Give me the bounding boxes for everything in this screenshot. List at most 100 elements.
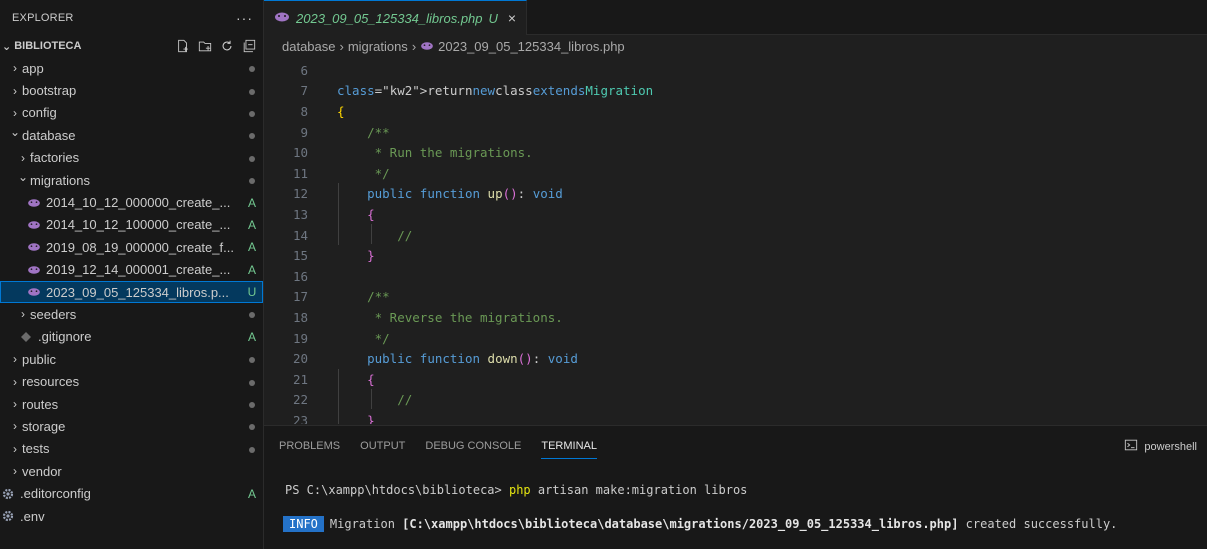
git-status-slot — [241, 106, 263, 120]
folder-item[interactable]: › storage — [0, 415, 263, 437]
line-text: // — [337, 227, 413, 243]
git-status-slot: U — [241, 285, 263, 299]
file-item[interactable]: .gitignore A — [0, 326, 263, 348]
project-name: BIBLIOTECA — [14, 40, 82, 52]
terminal-shell-selector[interactable]: powershell — [1124, 438, 1197, 455]
file-item[interactable]: .editorconfig A — [0, 482, 263, 504]
line-text: public function down(): void — [367, 351, 578, 367]
folder-item[interactable]: › seeders — [0, 303, 263, 325]
more-actions-icon[interactable]: ··· — [236, 10, 253, 26]
php-elephant-icon — [26, 196, 42, 210]
git-status-slot — [241, 442, 263, 456]
line-number: 6 — [300, 62, 308, 78]
tree-item-label: 2019_12_14_000001_create_... — [46, 262, 231, 278]
refresh-icon[interactable] — [219, 38, 235, 54]
collapse-all-icon[interactable] — [241, 38, 257, 54]
chevron-right-icon: › — [13, 374, 17, 389]
project-header[interactable]: ⌄ BIBLIOTECA — [0, 35, 263, 57]
line-number: 20 — [292, 351, 308, 367]
line-text: * Run the migrations. — [337, 145, 533, 161]
code-line: 8{ — [264, 101, 1207, 122]
tab-problems[interactable]: PROBLEMS — [279, 440, 340, 459]
modified-dot-icon — [249, 66, 255, 73]
settings-file-icon — [0, 509, 16, 523]
file-item[interactable]: 2014_10_12_100000_create_... A — [0, 214, 263, 236]
tab-active-file[interactable]: 2023_09_05_125334_libros.php U × — [264, 0, 528, 35]
close-icon[interactable]: × — [508, 10, 516, 26]
line-text: // — [337, 392, 413, 408]
chevron-right-icon: › — [21, 150, 25, 165]
code-editor[interactable]: 6 7 class="kw2">return new class extends M… — [264, 60, 1207, 424]
line-text: /** — [337, 124, 390, 140]
file-item[interactable]: 2014_10_12_000000_create_... A — [0, 191, 263, 213]
tree-item-label: .env — [20, 508, 45, 524]
git-status-slot — [241, 84, 263, 98]
new-file-icon[interactable] — [175, 38, 191, 54]
folder-item[interactable]: › config — [0, 102, 263, 124]
folder-item[interactable]: › public — [0, 348, 263, 370]
tree-item-label: config — [22, 105, 57, 121]
terminal-cmd: php — [508, 483, 531, 497]
php-elephant-icon — [26, 285, 42, 299]
git-status: A — [247, 240, 256, 255]
explorer-sidebar: EXPLORER ··· ⌄ BIBLIOTECA › app › bootstrap… — [0, 0, 264, 549]
tree-item-label: routes — [22, 396, 59, 412]
terminal-message: Migration [C:\xampp\htdocs\biblioteca\da… — [330, 517, 1118, 531]
tab-terminal[interactable]: TERMINAL — [541, 440, 597, 459]
code-line: 12 public function up(): void — [264, 184, 1207, 205]
php-elephant-icon — [26, 263, 42, 277]
breadcrumb-item[interactable]: migrations — [348, 39, 408, 54]
folder-item[interactable]: › tests — [0, 438, 263, 460]
tab-debug-console[interactable]: DEBUG CONSOLE — [425, 440, 521, 459]
line-number: 19 — [292, 330, 308, 346]
code-line: 18 * Reverse the migrations. — [264, 307, 1207, 328]
php-elephant-icon — [26, 240, 42, 254]
explorer-title: EXPLORER — [12, 11, 74, 24]
line-number: 11 — [292, 165, 308, 181]
breadcrumb-item[interactable]: 2023_09_05_125334_libros.php — [438, 39, 625, 54]
modified-dot-icon — [249, 402, 255, 409]
tree-item-label: 2023_09_05_125334_libros.p... — [46, 284, 229, 300]
terminal-prompt: PS C:\xampp\htdocs\biblioteca> — [285, 483, 509, 497]
folder-item[interactable]: › routes — [0, 393, 263, 415]
line-number: 16 — [292, 268, 308, 284]
tab-status: U — [488, 10, 498, 26]
git-status: A — [247, 195, 256, 210]
tree-item-label: vendor — [22, 463, 62, 479]
folder-item[interactable]: › app — [0, 57, 263, 79]
code-line: 20 public function down(): void — [264, 348, 1207, 369]
line-text: { — [337, 103, 345, 119]
file-item[interactable]: .env — [0, 505, 263, 527]
chevron-right-icon: › — [13, 105, 17, 120]
git-status-slot — [241, 419, 263, 433]
modified-dot-icon — [249, 178, 255, 185]
folder-item[interactable]: › resources — [0, 370, 263, 392]
folder-item[interactable]: › bootstrap — [0, 79, 263, 101]
line-number: 9 — [300, 124, 308, 140]
terminal-icon — [1124, 438, 1138, 455]
file-item[interactable]: 2023_09_05_125334_libros.p... U — [0, 280, 263, 304]
folder-item[interactable]: ⌄ database — [0, 124, 263, 146]
line-number: 17 — [292, 289, 308, 305]
new-folder-icon[interactable] — [197, 38, 213, 54]
code-line: 22 // — [264, 390, 1207, 411]
line-text: * Reverse the migrations. — [337, 309, 563, 325]
file-item[interactable]: 2019_08_19_000000_create_f... A — [0, 236, 263, 258]
tab-output[interactable]: OUTPUT — [360, 440, 405, 459]
git-status-slot — [241, 173, 263, 187]
line-text: { — [367, 371, 375, 387]
modified-dot-icon — [249, 88, 255, 95]
modified-dot-icon — [249, 155, 255, 162]
modified-dot-icon — [249, 110, 255, 117]
folder-item[interactable]: › factories — [0, 147, 263, 169]
code-line: 11 */ — [264, 163, 1207, 184]
tree-item-label: migrations — [30, 172, 90, 188]
folder-item[interactable]: ⌄ migrations — [0, 169, 263, 191]
breadcrumb-item[interactable]: database — [282, 39, 336, 54]
folder-item[interactable]: › vendor — [0, 460, 263, 482]
file-item[interactable]: 2019_12_14_000001_create_... A — [0, 259, 263, 281]
settings-file-icon — [0, 487, 16, 501]
modified-dot-icon — [249, 446, 255, 453]
tree-item-label: storage — [22, 418, 66, 434]
chevron-down-icon: ⌄ — [17, 170, 29, 185]
